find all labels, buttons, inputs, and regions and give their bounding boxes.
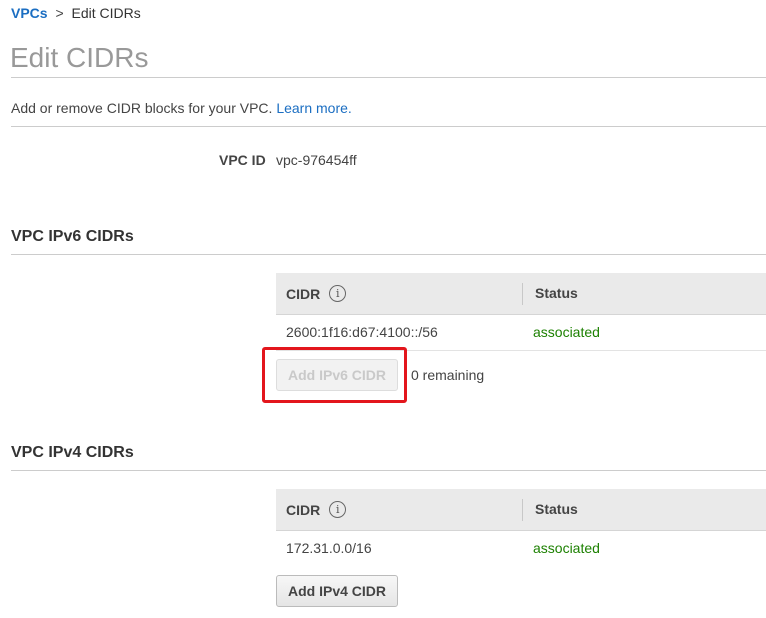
ipv6-column-status: Status — [535, 285, 578, 301]
status-cell: associated — [533, 324, 600, 340]
intro-divider — [11, 126, 766, 127]
vpc-id-label: VPC ID — [219, 152, 266, 168]
intro-description: Add or remove CIDR blocks for your VPC. — [11, 100, 273, 116]
info-icon[interactable]: i — [329, 501, 347, 518]
cidr-cell: 2600:1f16:d67:4100::/56 — [286, 324, 438, 340]
ipv6-column-cidr: CIDR i — [286, 285, 347, 302]
ipv4-column-cidr-label: CIDR — [286, 501, 321, 518]
learn-more-link[interactable]: Learn more. — [276, 100, 351, 116]
info-icon[interactable]: i — [329, 285, 347, 302]
ipv6-column-cidr-label: CIDR — [286, 285, 321, 302]
cidr-cell: 172.31.0.0/16 — [286, 540, 372, 556]
ipv6-remaining-text: 0 remaining — [411, 367, 485, 383]
intro-text: Add or remove CIDR blocks for your VPC. … — [11, 100, 352, 116]
breadcrumb-separator: > — [55, 5, 64, 21]
ipv6-section-divider — [11, 254, 766, 255]
page-title: Edit CIDRs — [10, 42, 149, 73]
ipv6-table-header: CIDR i Status — [276, 273, 766, 315]
table-row: 172.31.0.0/16 associated — [276, 531, 766, 567]
column-divider — [522, 283, 523, 305]
breadcrumb: VPCs > Edit CIDRs — [11, 5, 141, 21]
ipv6-section-title: VPC IPv6 CIDRs — [11, 228, 134, 245]
ipv4-column-cidr: CIDR i — [286, 501, 347, 518]
column-divider — [522, 499, 523, 521]
status-cell: associated — [533, 540, 600, 556]
table-row: 2600:1f16:d67:4100::/56 associated — [276, 315, 766, 351]
title-divider — [11, 77, 766, 78]
vpc-id-value: vpc-976454ff — [276, 152, 357, 168]
highlight-annotation — [262, 347, 407, 403]
ipv4-add-wrapper: Add IPv4 CIDR — [276, 575, 399, 607]
breadcrumb-link-vpcs[interactable]: VPCs — [11, 5, 48, 21]
ipv6-cidr-table: CIDR i Status 2600:1f16:d67:4100::/56 as… — [276, 273, 766, 351]
ipv4-column-status: Status — [535, 501, 578, 517]
ipv4-section-title: VPC IPv4 CIDRs — [11, 444, 134, 461]
breadcrumb-current: Edit CIDRs — [71, 5, 141, 21]
ipv4-section-divider — [11, 470, 766, 471]
add-ipv4-cidr-button[interactable]: Add IPv4 CIDR — [276, 575, 399, 607]
ipv4-cidr-table: CIDR i Status 172.31.0.0/16 associated — [276, 489, 766, 567]
ipv4-table-header: CIDR i Status — [276, 489, 766, 531]
